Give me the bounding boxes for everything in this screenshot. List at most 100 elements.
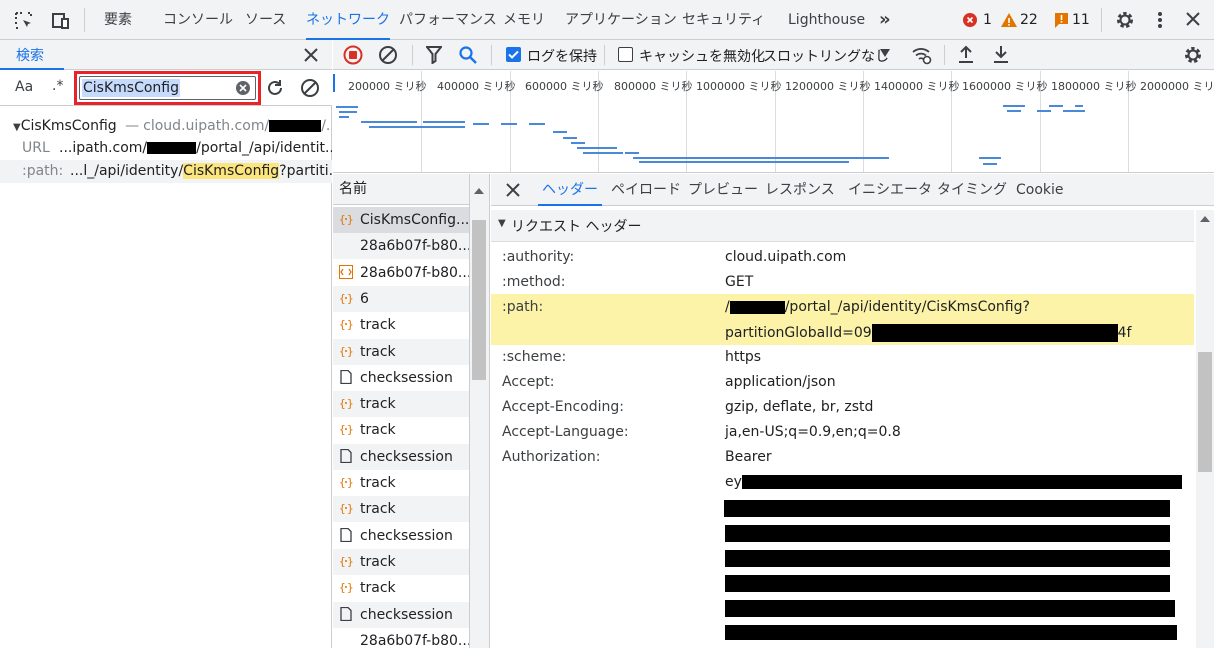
redaction-bar: [147, 142, 197, 154]
request-name: 6: [360, 290, 369, 307]
request-row[interactable]: checksession: [333, 601, 469, 628]
error-count: 1: [983, 12, 992, 28]
more-options-icon[interactable]: [1156, 10, 1164, 30]
fetch-request-icon: {}: [339, 317, 360, 333]
request-row[interactable]: {} track: [333, 548, 469, 575]
error-icon[interactable]: [963, 13, 977, 27]
request-row[interactable]: 28a6b07f-b80...: [333, 233, 469, 260]
chevron-down-icon[interactable]: [880, 49, 890, 57]
device-toolbar-icon[interactable]: [50, 11, 70, 31]
refresh-search-icon[interactable]: [265, 78, 285, 98]
request-row[interactable]: {} track: [333, 496, 469, 523]
scroll-up-arrow-icon[interactable]: [474, 188, 484, 194]
svg-text:}: }: [347, 345, 353, 358]
request-row[interactable]: checksession: [333, 365, 469, 391]
scrollbar-thumb[interactable]: [1198, 352, 1212, 472]
inspect-element-icon[interactable]: [14, 11, 34, 31]
name-column-header[interactable]: 名前 ▲: [333, 174, 469, 205]
search-result-url-line[interactable]: URL ...ipath.com//portal_/api/identit...: [0, 137, 332, 160]
request-row[interactable]: checksession: [333, 523, 469, 549]
section-toggle-icon[interactable]: ▼: [498, 218, 506, 229]
search-result-file[interactable]: ▼CisKmsConfig —cloud.uipath.com//...: [0, 115, 332, 138]
request-row[interactable]: {} track: [333, 312, 469, 338]
more-tabs-button[interactable]: »: [879, 0, 891, 40]
header-row-authorization: Authorization: Bearer: [491, 449, 1194, 473]
request-row[interactable]: checksession: [333, 443, 469, 470]
request-list-scrollbar[interactable]: [470, 174, 490, 648]
tab-response[interactable]: レスポンス: [765, 174, 835, 206]
request-headers-section[interactable]: ▼ リクエスト ヘッダー: [491, 210, 1194, 242]
timeline-request-bar: [875, 157, 889, 159]
export-har-icon[interactable]: [992, 44, 1010, 64]
network-settings-gear-icon[interactable]: [1183, 45, 1203, 65]
tab-cookies[interactable]: Cookie: [1016, 174, 1064, 206]
path-label: :path:: [22, 163, 64, 179]
timeline-request-bar: [849, 157, 863, 159]
request-row[interactable]: 28a6b07f-b80...: [333, 260, 469, 286]
tab-headers[interactable]: ヘッダー: [538, 174, 602, 206]
network-overview-timeline[interactable]: 200000 ミリ秒 400000 ミリ秒 600000 ミリ秒 800000 …: [333, 71, 1214, 173]
request-row[interactable]: {} track: [333, 338, 469, 365]
header-value: application/json: [725, 374, 836, 390]
tab-sources[interactable]: ソース: [245, 0, 286, 40]
request-row[interactable]: {} 6: [333, 285, 469, 312]
header-row-authority: :authority: cloud.uipath.com: [491, 249, 1194, 273]
search-result-path-line[interactable]: :path: ...l_/api/identity/CisKmsConfig?pa…: [0, 160, 332, 183]
filter-icon[interactable]: [426, 46, 442, 64]
tab-console[interactable]: コンソール: [163, 0, 233, 40]
tab-payload[interactable]: ペイロード: [611, 174, 681, 206]
preserve-log-label[interactable]: ログを保持: [527, 46, 597, 66]
tab-network[interactable]: ネットワーク: [306, 0, 390, 40]
tab-initiator[interactable]: イニシエータ: [848, 174, 932, 206]
tab-performance[interactable]: パフォーマンス: [399, 0, 497, 40]
close-detail-icon[interactable]: [506, 183, 520, 197]
scroll-up-arrow-icon[interactable]: [1200, 216, 1210, 222]
search-panel-title[interactable]: 検索: [16, 45, 44, 65]
match-case-button[interactable]: Aa: [15, 79, 33, 95]
record-stop-icon[interactable]: [343, 45, 363, 65]
search-input[interactable]: CisKmsConfig: [79, 76, 256, 100]
clear-log-icon[interactable]: [378, 45, 398, 65]
disable-cache-checkbox[interactable]: [618, 47, 633, 62]
disable-cache-label[interactable]: キャッシュを無効化: [639, 46, 765, 66]
tab-lighthouse[interactable]: Lighthouse: [788, 0, 865, 40]
fetch-request-icon: {}: [339, 422, 360, 438]
request-row[interactable]: {} track: [333, 470, 469, 496]
issues-icon[interactable]: [1055, 13, 1068, 28]
url-label: URL: [22, 140, 50, 156]
tab-elements[interactable]: 要素: [104, 0, 132, 40]
tab-timing[interactable]: タイミング: [937, 174, 1007, 206]
regex-button[interactable]: .*: [52, 78, 63, 94]
request-row[interactable]: {} track: [333, 391, 469, 418]
throttling-select[interactable]: スロットリングなし: [763, 46, 889, 66]
request-row[interactable]: {} track: [333, 417, 469, 443]
svg-text:}: }: [347, 502, 353, 515]
request-row[interactable]: {} CisKmsConfig...: [333, 207, 469, 233]
preserve-log-checkbox[interactable]: [506, 47, 521, 62]
header-row-path: :path: //portal_/api/identity/CisKmsConf…: [491, 294, 1194, 345]
redaction-bar: [725, 550, 1170, 567]
request-row[interactable]: 28a6b07f-b80...: [333, 628, 469, 648]
request-name: checksession: [360, 369, 453, 386]
scrollbar-thumb[interactable]: [472, 220, 486, 380]
search-icon[interactable]: [458, 45, 478, 65]
detail-scrollbar[interactable]: [1196, 210, 1214, 648]
close-search-panel-icon[interactable]: [304, 48, 318, 62]
tab-memory[interactable]: メモリ: [503, 0, 545, 40]
warning-icon[interactable]: [1001, 13, 1017, 27]
tab-preview[interactable]: プレビュー: [688, 174, 758, 206]
header-value-continued: partitionGlobalId=09 4f: [725, 324, 1132, 342]
timeline-tick-label: 800000 ミリ秒: [614, 80, 693, 93]
tab-application[interactable]: アプリケーション: [565, 0, 677, 40]
clear-search-results-icon[interactable]: [300, 78, 320, 98]
import-har-icon[interactable]: [957, 44, 975, 64]
close-devtools-icon[interactable]: [1186, 12, 1200, 26]
header-row-accept: Accept: application/json: [491, 374, 1194, 398]
tab-security[interactable]: セキュリティ: [682, 0, 765, 40]
header-value: gzip, deflate, br, zstd: [725, 399, 874, 415]
settings-gear-icon[interactable]: [1115, 10, 1135, 30]
network-conditions-icon[interactable]: [911, 45, 933, 65]
header-value: GET: [725, 274, 754, 290]
request-row[interactable]: {} track: [333, 575, 469, 601]
clear-search-icon[interactable]: [235, 80, 251, 96]
